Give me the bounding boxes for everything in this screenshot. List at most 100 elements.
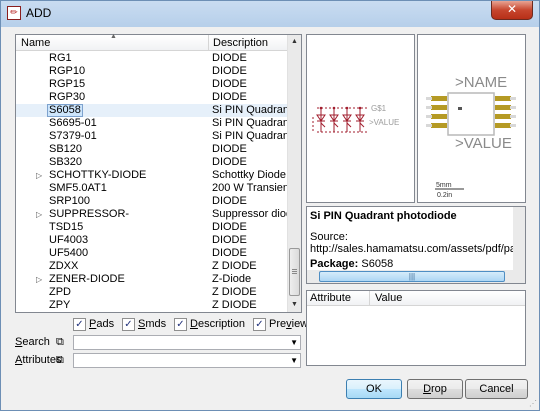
preview-checkbox[interactable]: ✓ bbox=[253, 318, 266, 331]
device-name: UF5400 bbox=[49, 247, 89, 259]
filter-icon[interactable]: ⧉ bbox=[56, 354, 70, 366]
device-name: S6058 bbox=[47, 104, 83, 117]
device-name: TSD15 bbox=[49, 221, 84, 233]
device-description: Si PIN Quadrant... bbox=[212, 117, 288, 129]
device-name: SMF5.0AT1 bbox=[49, 182, 107, 194]
expand-arrow-icon[interactable]: ▷ bbox=[36, 273, 42, 286]
device-description: DIODE bbox=[212, 91, 247, 103]
scroll-thumb[interactable] bbox=[289, 248, 300, 296]
list-item[interactable]: ZPD Z DIODE bbox=[16, 286, 288, 299]
list-item[interactable]: RGP15 DIODE bbox=[16, 78, 288, 91]
device-description: DIODE bbox=[212, 247, 247, 259]
list-item[interactable]: RG1 DIODE bbox=[16, 52, 288, 65]
list-header: Name ▲ Description bbox=[16, 33, 288, 51]
column-header-description[interactable]: Description bbox=[210, 35, 288, 51]
list-item[interactable]: SRP100 DIODE bbox=[16, 195, 288, 208]
expand-arrow-icon[interactable]: ▷ bbox=[36, 208, 42, 221]
attributes-input[interactable]: ▼ bbox=[73, 353, 301, 368]
list-item[interactable]: ZDXX Z DIODE bbox=[16, 260, 288, 273]
chevron-down-icon[interactable]: ▼ bbox=[290, 336, 298, 349]
list-item[interactable]: SB120 DIODE bbox=[16, 143, 288, 156]
device-description: Suppressor diode bbox=[212, 208, 288, 220]
device-description: DIODE bbox=[212, 156, 247, 168]
smds-label: Smds bbox=[138, 318, 167, 330]
list-scrollbar[interactable]: ▲ ▼ bbox=[287, 35, 301, 312]
list-item[interactable]: ZPY Z DIODE bbox=[16, 299, 288, 312]
close-button[interactable]: ✕ bbox=[491, 1, 533, 20]
source-link[interactable]: http://sales.hamamatsu.com/assets/pdf/pa… bbox=[310, 243, 525, 255]
list-item[interactable]: S6695-01 Si PIN Quadrant... bbox=[16, 117, 288, 130]
list-item[interactable]: RGP30 DIODE bbox=[16, 91, 288, 104]
resize-grip-icon[interactable]: ⋰ bbox=[529, 399, 537, 408]
device-description: Z DIODE bbox=[212, 286, 257, 298]
attributes-table[interactable]: Attribute Value bbox=[306, 290, 526, 366]
description-label: Description bbox=[190, 318, 246, 330]
device-description-title: Si PIN Quadrant photodiode bbox=[310, 210, 457, 222]
device-description: Z DIODE bbox=[212, 299, 257, 311]
device-description: DIODE bbox=[212, 78, 247, 90]
list-item[interactable]: ▷ SCHOTTKY-DIODE Schottky Diode bbox=[16, 169, 288, 182]
device-name: ZPY bbox=[49, 299, 71, 311]
list-item[interactable]: RGP10 DIODE bbox=[16, 65, 288, 78]
device-name: RGP10 bbox=[49, 65, 86, 77]
device-name: ZPD bbox=[49, 286, 71, 298]
device-description: Z DIODE bbox=[212, 260, 257, 272]
list-item[interactable]: S7379-01 Si PIN Quadrant... bbox=[16, 130, 288, 143]
source-label: Source: bbox=[310, 231, 348, 243]
device-name: RGP30 bbox=[49, 91, 86, 103]
hscroll-thumb[interactable]: ||| bbox=[319, 271, 505, 282]
symbol-preview: G$1 >VALUE bbox=[306, 34, 415, 203]
list-item[interactable]: S6058 Si PIN Quadrant... bbox=[16, 104, 288, 117]
device-description: Schottky Diode bbox=[212, 169, 286, 181]
description-checkbox[interactable]: ✓ bbox=[174, 318, 187, 331]
list-item[interactable]: TSD15 DIODE bbox=[16, 221, 288, 234]
device-name: ZENER-DIODE bbox=[49, 273, 125, 285]
filter-icon[interactable]: ⧉ bbox=[56, 336, 70, 348]
device-name: SUPPRESSOR- bbox=[49, 208, 130, 220]
device-name: ZDXX bbox=[49, 260, 79, 272]
device-description: DIODE bbox=[212, 195, 247, 207]
scroll-up-arrow-icon[interactable]: ▲ bbox=[288, 35, 301, 49]
device-description: Z-Diode bbox=[212, 273, 252, 285]
preview-label: Preview bbox=[269, 318, 309, 330]
add-dialog: ✏ ADD ✕ Name ▲ Description RG1 DIODE RGP10… bbox=[0, 0, 540, 411]
description-vscrollbar[interactable] bbox=[513, 207, 525, 271]
column-header-value[interactable]: Value bbox=[371, 291, 402, 306]
list-item[interactable]: ▷ SUPPRESSOR- Suppressor diode bbox=[16, 208, 288, 221]
list-item[interactable]: UF4003 DIODE bbox=[16, 234, 288, 247]
cancel-button[interactable]: Cancel bbox=[465, 379, 528, 399]
pads-checkbox[interactable]: ✓ bbox=[73, 318, 86, 331]
app-icon: ✏ bbox=[7, 6, 21, 20]
list-item[interactable]: UF5400 DIODE bbox=[16, 247, 288, 260]
list-item[interactable]: SB320 DIODE bbox=[16, 156, 288, 169]
drop-button[interactable]: Drop bbox=[407, 379, 463, 399]
package-name-label: >NAME bbox=[455, 74, 507, 91]
search-label: Search bbox=[15, 336, 50, 348]
device-description: Si PIN Quadrant... bbox=[212, 104, 288, 116]
description-panel[interactable]: Si PIN Quadrant photodiode Source: http:… bbox=[306, 206, 526, 284]
device-name: S6695-01 bbox=[49, 117, 97, 129]
device-description: DIODE bbox=[212, 65, 247, 77]
list-item[interactable]: SMF5.0AT1 200 W Transient... bbox=[16, 182, 288, 195]
scroll-down-arrow-icon[interactable]: ▼ bbox=[288, 298, 301, 312]
device-description: DIODE bbox=[212, 143, 247, 155]
symbol-drawing: G$1 >VALUE bbox=[312, 104, 399, 133]
device-name: SB120 bbox=[49, 143, 83, 155]
chevron-down-icon[interactable]: ▼ bbox=[290, 354, 298, 367]
title-bar[interactable]: ✏ ADD ✕ bbox=[1, 1, 539, 27]
search-input[interactable]: ▼ bbox=[73, 335, 301, 350]
smds-checkbox[interactable]: ✓ bbox=[122, 318, 135, 331]
attributes-header: Attribute Value bbox=[307, 291, 525, 306]
scale-imperial-label: 0.2in bbox=[437, 192, 452, 199]
scale-metric-label: 5mm bbox=[436, 182, 452, 189]
window-title: ADD bbox=[26, 6, 52, 20]
package-drawing: >NAME >VALUE 5mm 0.2in bbox=[426, 74, 516, 199]
description-hscrollbar[interactable]: ||| bbox=[307, 270, 525, 283]
column-header-attribute[interactable]: Attribute bbox=[307, 291, 370, 306]
ok-button[interactable]: OK bbox=[346, 379, 402, 399]
list-item[interactable]: ▷ ZENER-DIODE Z-Diode bbox=[16, 273, 288, 286]
sort-ascending-icon: ▲ bbox=[110, 33, 117, 40]
device-description: Si PIN Quadrant... bbox=[212, 130, 288, 142]
library-list[interactable]: Name ▲ Description RG1 DIODE RGP10 DIODE RGP… bbox=[15, 33, 302, 313]
expand-arrow-icon[interactable]: ▷ bbox=[36, 169, 42, 182]
